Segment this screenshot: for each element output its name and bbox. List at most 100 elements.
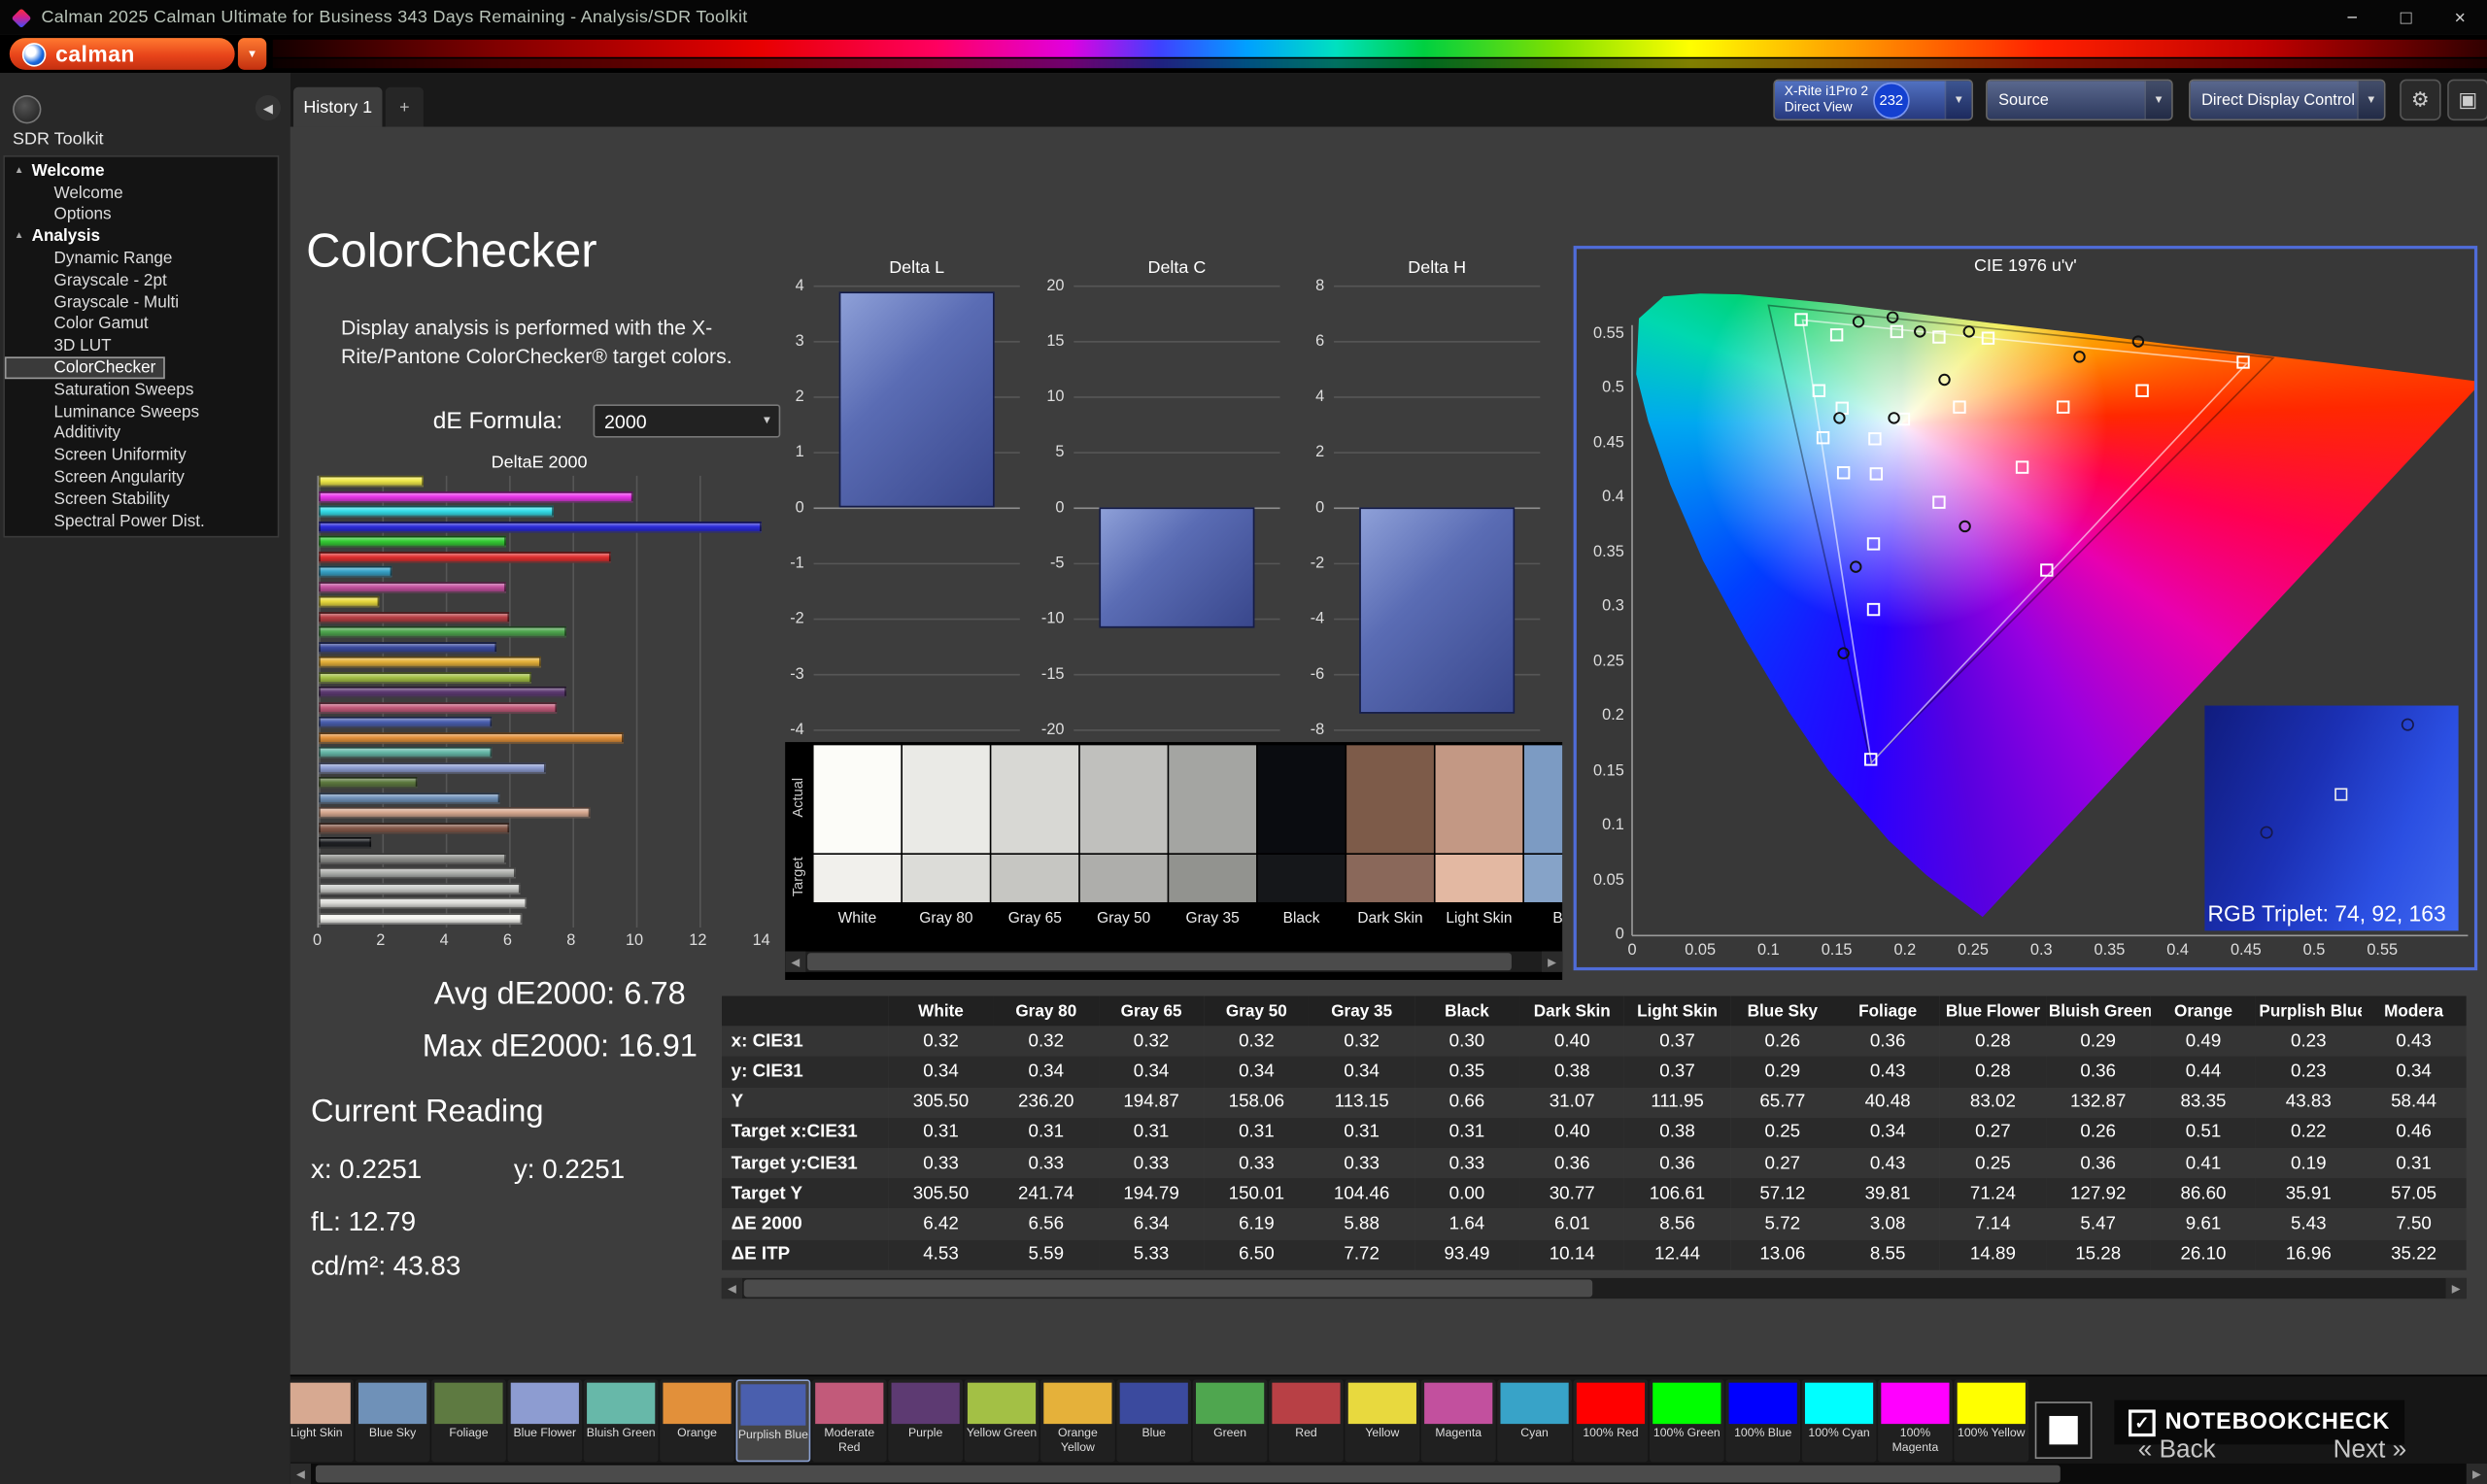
patch-button-purplish-blue[interactable]: Purplish Blue xyxy=(736,1379,811,1462)
row-label: ΔE 2000 xyxy=(722,1209,889,1239)
table-cell: 0.34 xyxy=(1204,1057,1309,1087)
cie-target-point xyxy=(1838,467,1849,478)
sidebar-item-additivity[interactable]: Additivity xyxy=(5,422,278,445)
sidebar-item-grayscale-multi[interactable]: Grayscale - Multi xyxy=(5,291,278,314)
patch-button-label: 100% Yellow xyxy=(1954,1424,2028,1459)
patch-button-bluish-green[interactable]: Bluish Green xyxy=(584,1379,659,1462)
swatch-strip-scrollbar[interactable]: ◀ ▶ xyxy=(785,952,1562,972)
table-cell: 0.34 xyxy=(1310,1057,1414,1087)
swatch-gray-65: Gray 65 xyxy=(991,745,1078,933)
scroll-right-icon[interactable]: ▶ xyxy=(2467,1464,2487,1484)
table-cell: 35.22 xyxy=(2361,1239,2466,1269)
sidebar-item-label: Welcome xyxy=(32,161,105,181)
patch-button-light-skin[interactable]: Light Skin xyxy=(290,1379,354,1462)
close-button[interactable]: × xyxy=(2433,0,2487,35)
sidebar-item-screen-angularity[interactable]: Screen Angularity xyxy=(5,466,278,489)
table-scrollbar[interactable]: ◀ ▶ xyxy=(722,1278,2467,1298)
table-cell: 58.44 xyxy=(2361,1087,2466,1117)
table-cell: 0.38 xyxy=(1624,1118,1729,1148)
table-cell: 8.55 xyxy=(1835,1239,1940,1269)
patch-button-green[interactable]: Green xyxy=(1193,1379,1268,1462)
delta-bar xyxy=(839,291,995,508)
meter-dropdown[interactable]: X-Rite i1Pro 2 Direct View 232 ▼ xyxy=(1773,80,1973,120)
patch-button-blue-flower[interactable]: Blue Flower xyxy=(507,1379,582,1462)
table-cell: 8.56 xyxy=(1624,1209,1729,1239)
patch-button-100-magenta[interactable]: 100% Magenta xyxy=(1878,1379,1953,1462)
patch-button-foliage[interactable]: Foliage xyxy=(431,1379,506,1462)
sidebar-item-welcome[interactable]: Welcome xyxy=(5,182,278,204)
source-dropdown[interactable]: Source ▼ xyxy=(1986,80,2173,120)
patch-button-magenta[interactable]: Magenta xyxy=(1421,1379,1496,1462)
sidebar-item-options[interactable]: Options xyxy=(5,204,278,226)
deltae-bar-blue-flower xyxy=(319,761,545,772)
sidebar-item-welcome[interactable]: ▲Welcome xyxy=(5,160,278,183)
bottom-scrollbar[interactable]: ◀ ▶ xyxy=(290,1464,2487,1484)
axis-tick-label: 0.2 xyxy=(1881,942,1928,960)
patch-button-yellow[interactable]: Yellow xyxy=(1345,1379,1419,1462)
scrollbar-thumb[interactable] xyxy=(316,1466,2061,1483)
chevron-down-icon[interactable]: ▼ xyxy=(2357,81,2384,118)
patch-button-100-blue[interactable]: 100% Blue xyxy=(1725,1379,1800,1462)
patch-color-chip xyxy=(815,1383,883,1424)
table-cell: 0.31 xyxy=(2361,1148,2466,1178)
sidebar-collapse-button[interactable]: ◀ xyxy=(256,95,281,120)
sidebar-item-colorchecker[interactable]: ColorChecker xyxy=(5,357,165,380)
patch-actual-color xyxy=(1346,745,1434,853)
next-button[interactable]: Next » xyxy=(2334,1436,2407,1465)
axis-tick-label: 20 xyxy=(1010,278,1065,295)
patch-button-purple[interactable]: Purple xyxy=(888,1379,963,1462)
add-tab-button[interactable]: + xyxy=(386,87,424,127)
patch-button-moderate-red[interactable]: Moderate Red xyxy=(812,1379,887,1462)
sidebar-item-screen-stability[interactable]: Screen Stability xyxy=(5,489,278,511)
maximize-button[interactable]: □ xyxy=(2379,0,2434,35)
workflow-menu-button[interactable] xyxy=(13,95,41,123)
sidebar-item-luminance-sweeps[interactable]: Luminance Sweeps xyxy=(5,401,278,423)
minimize-button[interactable]: − xyxy=(2325,0,2379,35)
chevron-down-icon[interactable]: ▼ xyxy=(1945,81,1972,118)
scroll-left-icon[interactable]: ◀ xyxy=(290,1464,311,1484)
axis-tick-label: 8 xyxy=(1271,278,1325,295)
axis-tick-label: -4 xyxy=(750,722,804,739)
patch-button-orange-yellow[interactable]: Orange Yellow xyxy=(1040,1379,1115,1462)
cie-panel[interactable]: CIE 1976 u'v' RGB Triplet: 74, 92, 163 0… xyxy=(1574,246,2478,970)
table-cell: 0.35 xyxy=(1414,1057,1519,1087)
patch-button-blue-sky[interactable]: Blue Sky xyxy=(356,1379,430,1462)
sidebar-item-grayscale-2pt[interactable]: Grayscale - 2pt xyxy=(5,270,278,292)
table-cell: 0.36 xyxy=(2046,1057,2151,1087)
sidebar-item-3d-lut[interactable]: 3D LUT xyxy=(5,335,278,357)
back-button[interactable]: « Back xyxy=(2138,1436,2216,1465)
sidebar-item-color-gamut[interactable]: Color Gamut xyxy=(5,314,278,336)
scrollbar-thumb[interactable] xyxy=(807,953,1512,970)
sidebar-item-label: 3D LUT xyxy=(54,337,112,356)
patch-target-color xyxy=(991,855,1078,902)
patch-button-cyan[interactable]: Cyan xyxy=(1497,1379,1572,1462)
patch-button-100-green[interactable]: 100% Green xyxy=(1650,1379,1724,1462)
sidebar-item-screen-uniformity[interactable]: Screen Uniformity xyxy=(5,445,278,467)
tab-history-1[interactable]: History 1 xyxy=(293,87,382,127)
logo-menu-caret[interactable]: ▼ xyxy=(238,38,266,70)
layout-grid-button[interactable]: ▣ xyxy=(2447,80,2487,120)
calman-logo-button[interactable]: calman xyxy=(10,38,235,70)
patch-button-orange[interactable]: Orange xyxy=(660,1379,734,1462)
patch-button-red[interactable]: Red xyxy=(1269,1379,1344,1462)
patch-button-blue[interactable]: Blue xyxy=(1116,1379,1191,1462)
sidebar-item-saturation-sweeps[interactable]: Saturation Sweeps xyxy=(5,379,278,401)
sidebar-item-spectral-power-dist[interactable]: Spectral Power Dist. xyxy=(5,510,278,532)
patch-button-100-yellow[interactable]: 100% Yellow xyxy=(1954,1379,2028,1462)
patch-button-yellow-green[interactable]: Yellow Green xyxy=(965,1379,1039,1462)
sidebar-item-dynamic-range[interactable]: Dynamic Range xyxy=(5,248,278,270)
patch-color-chip xyxy=(1805,1383,1873,1424)
table-cell: 0.36 xyxy=(1835,1027,1940,1057)
scroll-left-icon[interactable]: ◀ xyxy=(722,1278,742,1298)
custom-color-button[interactable] xyxy=(2035,1401,2093,1459)
display-control-dropdown[interactable]: Direct Display Control ▼ xyxy=(2189,80,2385,120)
sidebar-item-analysis[interactable]: ▲Analysis xyxy=(5,225,278,248)
chevron-down-icon[interactable]: ▼ xyxy=(2144,81,2171,118)
scroll-right-icon[interactable]: ▶ xyxy=(1542,952,1562,972)
settings-gear-button[interactable]: ⚙ xyxy=(2400,80,2440,120)
patch-label: Dark Skin xyxy=(1346,902,1434,934)
patch-button-100-red[interactable]: 100% Red xyxy=(1574,1379,1649,1462)
patch-button-100-cyan[interactable]: 100% Cyan xyxy=(1802,1379,1877,1462)
scroll-right-icon[interactable]: ▶ xyxy=(2446,1278,2467,1298)
scrollbar-thumb[interactable] xyxy=(744,1280,1592,1298)
